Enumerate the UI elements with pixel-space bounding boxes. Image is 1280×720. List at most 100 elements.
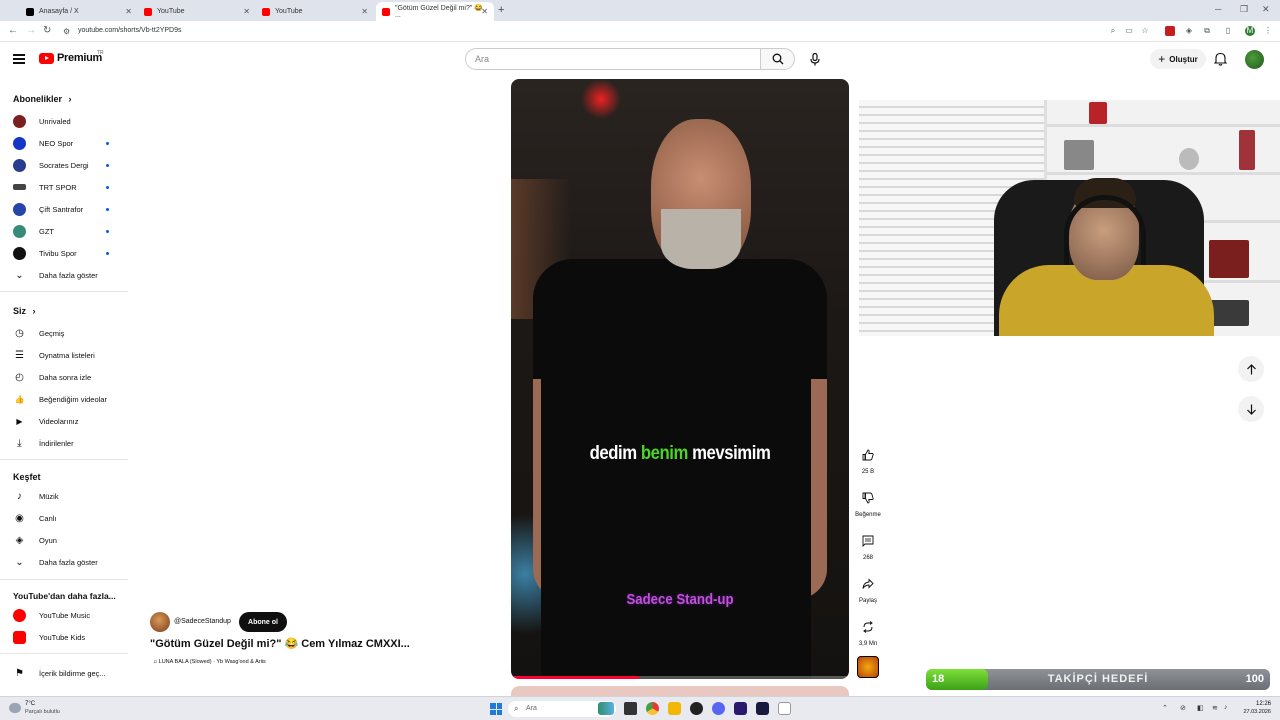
sidebar-item-your-videos[interactable]: ▶ Videolarınız: [13, 413, 123, 429]
create-button[interactable]: + Oluştur: [1150, 49, 1206, 69]
youtube-music-icon: [13, 608, 26, 622]
dislike-button[interactable]: Beğenme: [855, 487, 881, 518]
sidebar-item-socrates-dergi[interactable]: Socrates Dergi: [13, 157, 123, 173]
pdf-extension-icon[interactable]: [1165, 26, 1175, 36]
notifications-bell-icon[interactable]: [1214, 52, 1227, 66]
clock-icon: ◴: [15, 371, 24, 383]
gaming-icon: ◈: [15, 534, 24, 546]
tab-title: Anasayfa / X: [39, 8, 79, 15]
sidebar-item-liked-videos[interactable]: 👍 Beğendiğim videolar: [13, 391, 123, 407]
you-heading[interactable]: Siz ›: [13, 306, 36, 316]
site-info-icon[interactable]: ⚙: [63, 27, 70, 36]
sidebar-item-youtube-kids[interactable]: YouTube Kids: [13, 629, 123, 645]
close-tab-icon[interactable]: ✕: [243, 7, 250, 16]
maximize-icon[interactable]: ❐: [1240, 4, 1248, 15]
tray-chevron-icon[interactable]: ⌃: [1162, 704, 1168, 712]
user-avatar[interactable]: [1245, 50, 1264, 69]
close-tab-icon[interactable]: ✕: [125, 7, 132, 16]
task-view-icon[interactable]: [624, 702, 637, 715]
back-icon[interactable]: ←: [8, 25, 18, 36]
channel-name[interactable]: @SadeceStandup: [174, 618, 231, 625]
tab-title: YouTube: [157, 8, 185, 15]
next-short-button[interactable]: [1238, 396, 1264, 422]
sound-thumbnail[interactable]: [857, 656, 879, 678]
chevron-right-icon: ›: [68, 94, 72, 104]
sidebar-item-music[interactable]: ♪ Müzik: [13, 488, 123, 504]
voice-search-button[interactable]: [804, 48, 826, 70]
browser-tab-active[interactable]: "Götüm Güzel Değil mi?" 😂 ... ✕: [376, 2, 494, 21]
youtube-premium-logo[interactable]: Premium: [39, 52, 102, 64]
tray-app-icon[interactable]: ◧: [1197, 704, 1204, 712]
sidebar-item-watch-later[interactable]: ◴ Daha sonra izle: [13, 369, 123, 385]
shorts-video-player[interactable]: dedim benim mevsimim Sadece Stand-up: [511, 79, 849, 679]
windows-start-icon[interactable]: [490, 703, 502, 715]
sidebar-item-label: Unrivaled: [39, 116, 71, 126]
browser-tab[interactable]: YouTube ✕: [256, 2, 374, 21]
close-tab-icon[interactable]: ✕: [361, 7, 368, 16]
sidebar-item-live[interactable]: ◉ Canlı: [13, 510, 123, 526]
thumbs-up-icon: [857, 444, 879, 466]
wifi-icon[interactable]: ≋: [1212, 704, 1218, 712]
clock-date[interactable]: 27.03.2026: [1241, 709, 1271, 715]
share-button[interactable]: Paylaş: [857, 573, 879, 604]
after-effects-icon[interactable]: [756, 702, 769, 715]
channel-avatar[interactable]: [150, 612, 170, 632]
clock-time[interactable]: 12:26: [1241, 701, 1271, 707]
show-more-subscriptions[interactable]: ⌄ Daha fazla göster: [13, 267, 123, 283]
close-tab-icon[interactable]: ✕: [481, 7, 488, 16]
search-input[interactable]: Ara: [465, 48, 761, 70]
sidebar-item-tivibu-spor[interactable]: Tivibu Spor: [13, 245, 123, 261]
close-window-icon[interactable]: ✕: [1262, 4, 1270, 15]
tray-app-icon[interactable]: ⊘: [1180, 704, 1186, 712]
file-explorer-icon[interactable]: [668, 702, 681, 715]
sidebar-item-unrivaled[interactable]: Unrivaled: [13, 113, 123, 129]
obs-icon[interactable]: [690, 702, 703, 715]
sidebar-item-downloads[interactable]: ⤓ İndirilenler: [13, 435, 123, 451]
extensions-puzzle-icon[interactable]: ⧉: [1202, 26, 1212, 36]
sidebar-item-cift-santrafor[interactable]: Çift Santrafor: [13, 201, 123, 217]
hamburger-menu-icon[interactable]: [13, 54, 25, 64]
browser-tab[interactable]: Anasayfa / X ✕: [20, 2, 138, 21]
zoom-icon[interactable]: ⌕: [1108, 26, 1118, 36]
minimize-icon[interactable]: ─: [1215, 4, 1221, 14]
remix-button[interactable]: 3,9 Mn: [857, 616, 879, 647]
music-credit[interactable]: ♫ LUNA BALA (Slowed) · Yb Wasg'ood & Ari…: [153, 659, 266, 665]
shelf-camera: [1064, 140, 1094, 170]
volume-icon[interactable]: ♪: [1224, 704, 1228, 711]
sidebar-item-report-history[interactable]: ⚑ İçerik bildirme geç...: [13, 665, 123, 681]
search-button[interactable]: [760, 48, 795, 70]
shield-extension-icon[interactable]: ◈: [1184, 26, 1194, 36]
weather-description[interactable]: Parçalı bulutlu: [25, 709, 60, 715]
video-title[interactable]: "Götüm Güzel Değil mi?" 😂 Cem Yılmaz CMX…: [150, 637, 410, 650]
video-progress-bar[interactable]: [511, 676, 849, 679]
sidebar-item-gaming[interactable]: ◈ Oyun: [13, 532, 123, 548]
browser-menu-icon[interactable]: ⋮: [1263, 26, 1273, 36]
capcut-icon[interactable]: [778, 702, 791, 715]
sidebar-item-gzt[interactable]: GZT: [13, 223, 123, 239]
weather-temperature[interactable]: 7°C: [25, 701, 35, 707]
comments-button[interactable]: 268: [857, 530, 879, 561]
sidebar-item-trt-spor[interactable]: TRT SPOR: [13, 179, 123, 195]
profile-avatar-icon[interactable]: M: [1245, 26, 1255, 36]
show-more-explore[interactable]: ⌄ Daha fazla göster: [13, 554, 123, 570]
sidebar-item-youtube-music[interactable]: YouTube Music: [13, 607, 123, 623]
sidebar-item-playlists[interactable]: ☰ Oynatma listeleri: [13, 347, 123, 363]
url-field[interactable]: youtube.com/shorts/Vb-tt2YPD9s: [78, 27, 182, 34]
bookmark-star-icon[interactable]: ☆: [1140, 26, 1150, 36]
like-button[interactable]: 25 B: [857, 444, 879, 475]
chrome-icon[interactable]: [646, 702, 659, 715]
discord-icon[interactable]: [712, 702, 725, 715]
browser-tab[interactable]: YouTube ✕: [138, 2, 256, 21]
forward-icon[interactable]: →: [26, 25, 36, 36]
sidebar-item-history[interactable]: ◷ Geçmiş: [13, 325, 123, 341]
premiere-pro-icon[interactable]: [734, 702, 747, 715]
channel-avatar: [13, 184, 26, 190]
reload-icon[interactable]: ↻: [43, 25, 51, 36]
sidebar-item-neo-spor[interactable]: NEO Spor: [13, 135, 123, 151]
subscriptions-heading[interactable]: Abonelikler ›: [13, 94, 72, 104]
previous-short-button[interactable]: [1238, 356, 1264, 382]
cast-icon[interactable]: ▭: [1124, 26, 1134, 36]
new-tab-icon[interactable]: +: [498, 4, 504, 16]
sidebar-panel-icon[interactable]: ▯: [1223, 26, 1233, 36]
subscribe-button[interactable]: Abone ol: [239, 612, 287, 632]
